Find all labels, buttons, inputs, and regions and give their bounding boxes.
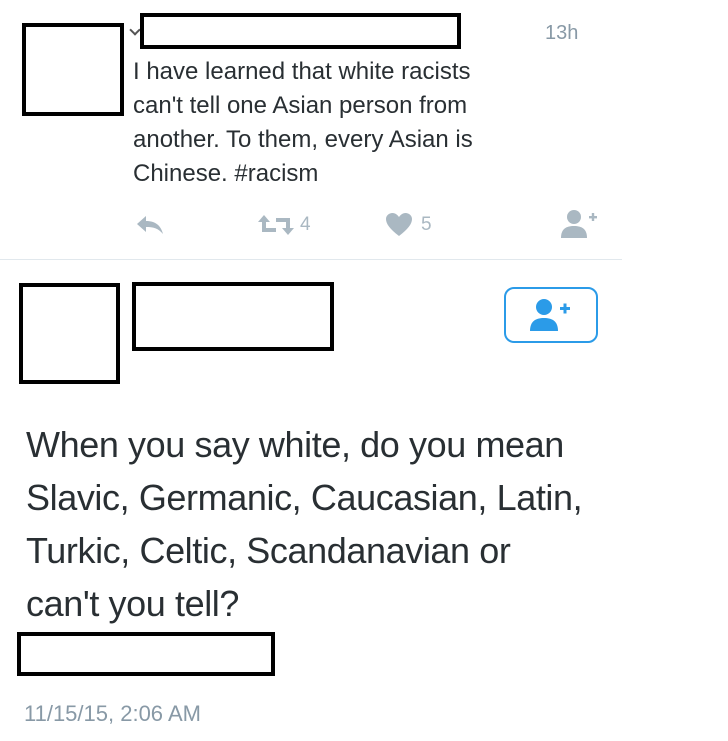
tweet-text: I have learned that white racists can't … [133,58,473,187]
tweet-timestamp[interactable]: 13h [545,22,578,45]
avatar-redaction [19,283,120,384]
tweet-datetime: 11/15/15, 2:06 AM [24,701,201,726]
like-count: 5 [421,214,432,235]
avatar-redaction [22,23,124,116]
follow-button[interactable] [504,287,598,343]
chevron-down-icon[interactable] [129,24,141,36]
follow-icon [561,210,597,238]
username-redaction [140,13,461,49]
retweet-count: 4 [300,214,311,235]
follow-user-icon [530,299,570,331]
retweet-icon [258,215,294,235]
reply-button[interactable] [135,214,165,236]
like-icon [386,213,412,236]
retweet-button[interactable]: 4 [256,212,311,238]
username-redaction [132,282,334,351]
like-button[interactable]: 5 [385,212,432,238]
tweet-text: When you say white, do you mean Slavic, … [26,424,583,624]
redacted-box [17,632,275,676]
divider [0,259,622,260]
follow-action[interactable] [559,207,601,241]
reply-icon [137,216,163,234]
